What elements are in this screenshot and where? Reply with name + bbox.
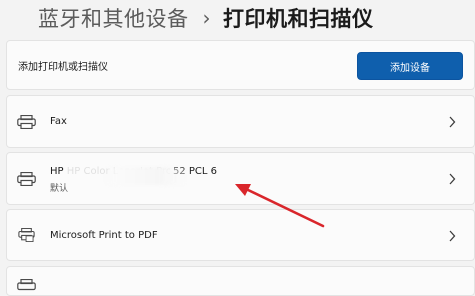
printer-item-pdf[interactable]: Microsoft Print to PDF	[6, 209, 475, 261]
breadcrumb: 蓝牙和其他设备 › 打印机和扫描仪	[38, 2, 374, 34]
printer-name-left: HP	[50, 166, 64, 177]
add-printer-card: 添加打印机或扫描仪 添加设备	[6, 40, 475, 90]
page-title: 打印机和扫描仪	[223, 7, 374, 31]
printer-item-hp[interactable]: HP HP Color LaserJet Pro M252 PCL 6 52 P…	[6, 152, 475, 205]
redaction-blur	[103, 167, 185, 185]
add-printer-label: 添加打印机或扫描仪	[18, 62, 108, 73]
printer-item-fax[interactable]: Fax	[6, 95, 475, 148]
printer-item-partial[interactable]	[6, 266, 475, 296]
printer-name: Fax	[50, 116, 67, 127]
printer-name: Microsoft Print to PDF	[50, 230, 158, 241]
chevron-right-icon	[449, 173, 456, 185]
pdf-printer-icon	[18, 228, 35, 242]
chevron-right-icon	[449, 116, 456, 128]
chevron-right-icon	[449, 230, 456, 242]
default-badge: 默认	[50, 184, 69, 194]
printer-icon	[17, 279, 36, 291]
breadcrumb-parent[interactable]: 蓝牙和其他设备	[38, 3, 189, 33]
printer-icon	[17, 115, 36, 129]
printer-icon	[17, 172, 36, 186]
breadcrumb-separator: ›	[202, 6, 211, 30]
add-device-button[interactable]: 添加设备	[357, 52, 463, 80]
